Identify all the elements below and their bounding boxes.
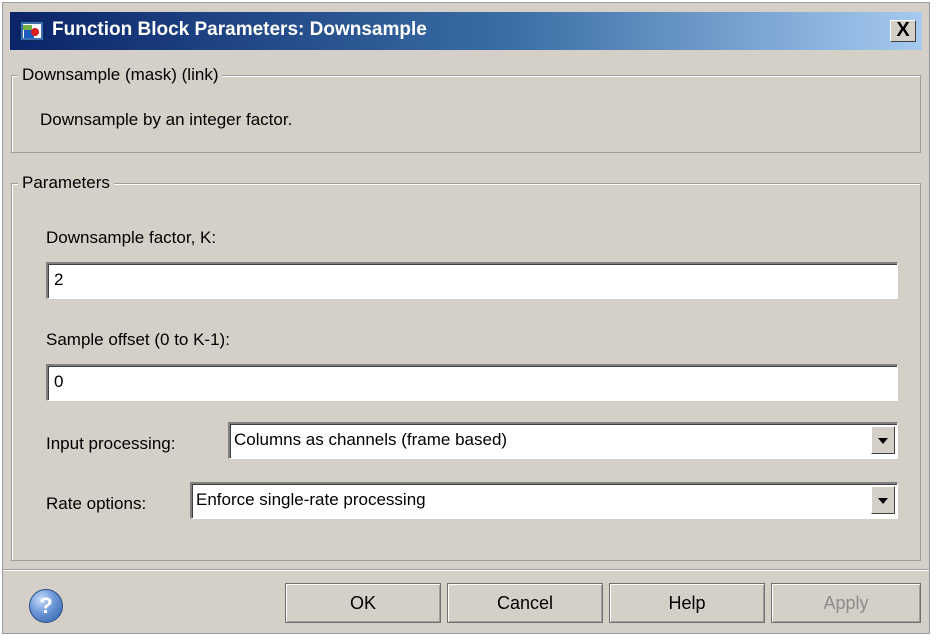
description-legend: Downsample (mask) (link) [18,65,223,85]
sample-offset-input[interactable]: 0 [46,364,898,401]
window-title: Function Block Parameters: Downsample [52,19,427,40]
description-group: Downsample (mask) (link) Downsample by a… [11,65,921,153]
input-processing-select[interactable]: Columns as channels (frame based) [228,422,898,459]
cancel-button[interactable]: Cancel [447,583,603,623]
button-divider [3,569,929,571]
close-button[interactable]: X [890,20,916,42]
dialog-window: Function Block Parameters: Downsample X … [2,2,930,634]
parameters-legend: Parameters [18,173,114,193]
parameters-group: Parameters Downsample factor, K: 2 Sampl… [11,173,921,561]
ok-button[interactable]: OK [285,583,441,623]
sample-offset-label: Sample offset (0 to K-1): [46,330,230,349]
apply-button[interactable]: Apply [771,583,921,623]
help-button[interactable]: Help [609,583,765,623]
input-processing-value: Columns as channels (frame based) [234,430,508,449]
rate-options-value: Enforce single-rate processing [196,490,426,509]
downsample-factor-label: Downsample factor, K: [46,228,217,247]
chevron-down-icon[interactable] [871,486,895,514]
rate-options-label: Rate options: [46,494,147,513]
chevron-down-icon[interactable] [871,426,895,454]
rate-options-select[interactable]: Enforce single-rate processing [190,482,898,519]
question-circle-icon[interactable]: ? [29,589,63,623]
input-processing-label: Input processing: [46,434,176,453]
title-bar[interactable]: Function Block Parameters: Downsample X [10,12,922,50]
downsample-factor-input[interactable]: 2 [46,262,898,299]
simulink-block-icon [20,21,44,41]
description-text: Downsample by an integer factor. [40,110,293,129]
